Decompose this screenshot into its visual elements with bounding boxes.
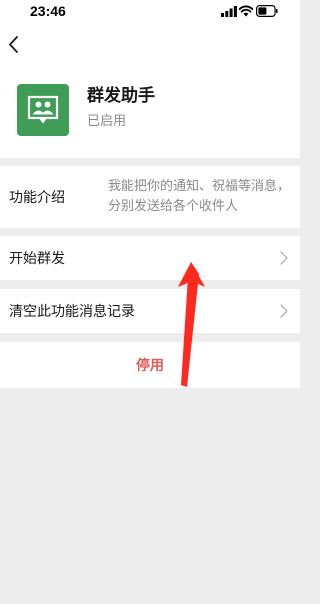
app-status: 已启用 — [87, 114, 127, 129]
chevron-right-icon — [280, 251, 288, 265]
feature-intro-label: 功能介绍 — [9, 190, 65, 206]
wifi-icon — [239, 5, 253, 17]
app-header-section: 23:46 群发助手 已启用 — [0, 0, 300, 158]
feature-intro-description: 我能把你的通知、祝福等消息，分别发送给各个收件人 — [108, 179, 291, 214]
battery-icon — [256, 5, 278, 17]
chevron-left-icon — [9, 36, 18, 53]
disable-button[interactable]: 停用 — [0, 342, 300, 388]
start-broadcast-row[interactable]: 开始群发 — [0, 236, 300, 280]
status-time: 23:46 — [30, 3, 66, 19]
clear-history-label: 清空此功能消息记录 — [9, 304, 135, 320]
disable-label: 停用 — [136, 358, 164, 374]
start-broadcast-label: 开始群发 — [9, 251, 65, 267]
group-chat-icon — [27, 95, 59, 124]
chevron-right-icon — [280, 304, 288, 318]
feature-intro-row: 功能介绍 我能把你的通知、祝福等消息，分别发送给各个收件人 — [0, 166, 300, 228]
cellular-signal-icon — [221, 6, 237, 17]
status-bar: 23:46 — [0, 0, 300, 26]
app-name: 群发助手 — [87, 86, 155, 106]
app-logo — [17, 84, 69, 136]
back-button[interactable] — [4, 32, 26, 58]
clear-history-row[interactable]: 清空此功能消息记录 — [0, 289, 300, 333]
